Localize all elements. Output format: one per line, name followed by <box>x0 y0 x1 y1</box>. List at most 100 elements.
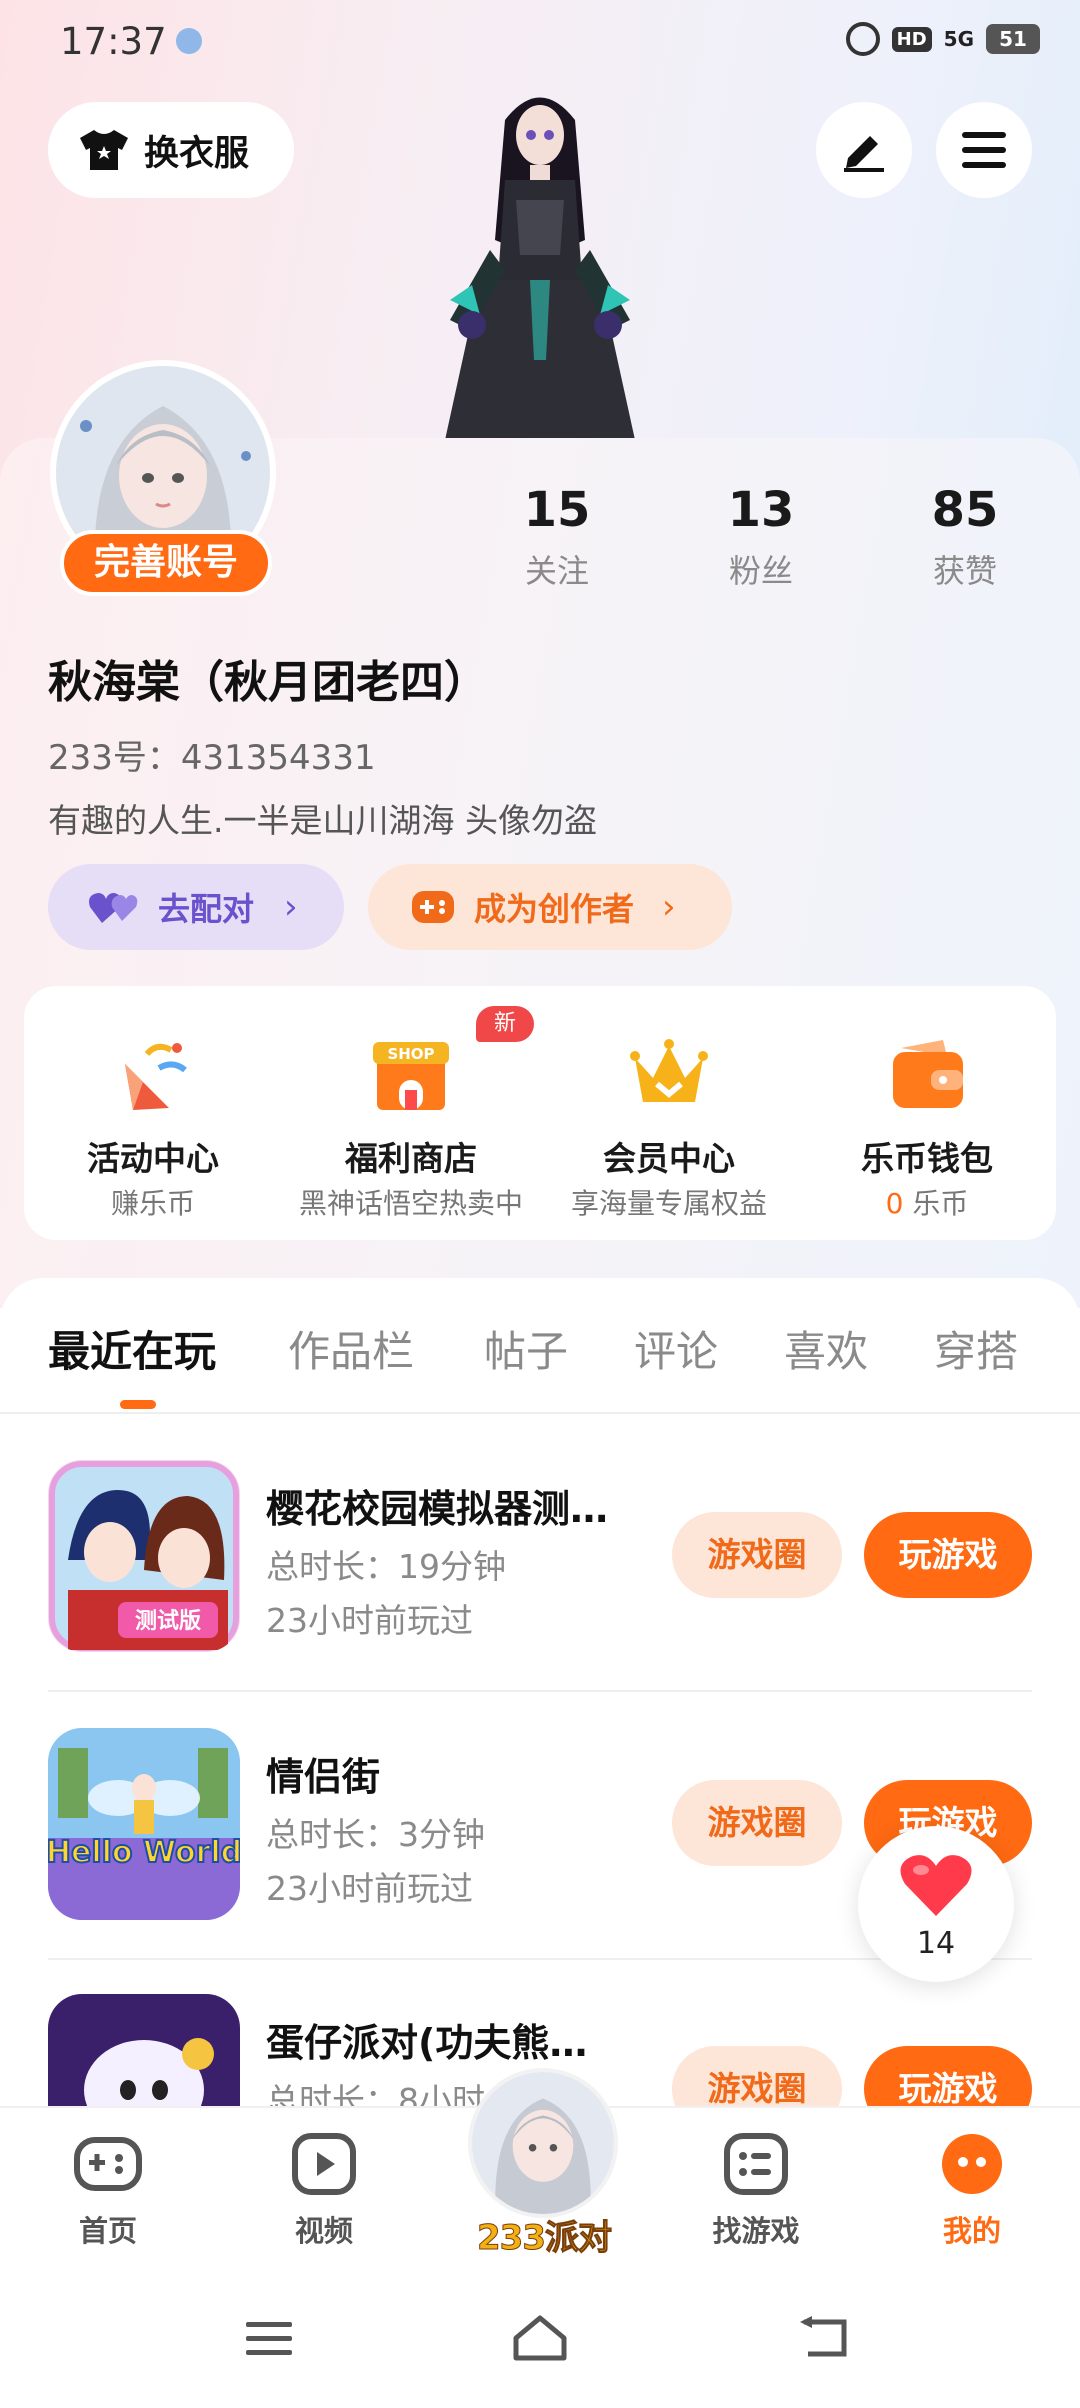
shop-icon: SHOP <box>373 1042 449 1110</box>
profile-face-icon <box>942 2134 1002 2194</box>
coin-unit: 乐币 <box>903 1187 969 1220</box>
username: 秋海棠（秋月团老四） <box>48 657 488 708</box>
game-thumbnail: Hello World <box>48 1728 240 1920</box>
stat-label: 粉丝 <box>728 552 793 590</box>
tab-works[interactable]: 作品栏 <box>288 1318 414 1379</box>
service-title: 福利商店 <box>345 1139 477 1178</box>
tab-likes[interactable]: 喜欢 <box>784 1318 868 1379</box>
content-panel: 最近在玩 作品栏 帖子 评论 喜欢 穿搭 测试版 樱花校园模拟器测… 总时长：1… <box>0 1278 1080 2186</box>
nav-label: 找游戏 <box>712 2214 800 2248</box>
new-badge: 新 <box>476 1006 534 1042</box>
status-bar: 17:37 HD 5G 51 <box>0 0 1080 80</box>
chevron-right-icon: › <box>662 887 676 927</box>
complete-account-badge[interactable]: 完善账号 <box>60 530 272 596</box>
bio: 有趣的人生.一半是山川湖海 头像勿盗 <box>48 801 597 840</box>
tab-posts[interactable]: 帖子 <box>484 1318 568 1379</box>
shop-icon-text: SHOP <box>387 1045 434 1063</box>
nav-video[interactable]: 视频 <box>254 2132 394 2250</box>
stat-following[interactable]: 15 关注 <box>482 482 632 592</box>
like-count: 14 <box>916 1926 956 1961</box>
row-divider <box>48 1690 1032 1692</box>
service-welfare-shop[interactable]: SHOP 新 福利商店 黑神话悟空热卖中 <box>282 986 540 1240</box>
service-subtitle: 赚乐币 <box>110 1187 195 1220</box>
change-outfit-button[interactable]: 换衣服 <box>48 102 294 198</box>
video-icon <box>292 2133 356 2195</box>
party-avatar-icon <box>468 2068 618 2218</box>
play-game-button[interactable]: 玩游戏 <box>864 1512 1032 1598</box>
game-duration: 总时长：3分钟 <box>266 1815 485 1854</box>
nav-label: 视频 <box>294 2214 353 2248</box>
service-title: 会员中心 <box>603 1139 735 1178</box>
list-icon <box>724 2133 788 2195</box>
alarm-icon <box>845 22 880 56</box>
service-subtitle: 黑神话悟空热卖中 <box>298 1187 523 1220</box>
game-circle-button[interactable]: 游戏圈 <box>672 1512 842 1598</box>
heart-icon <box>900 1855 972 1916</box>
tab-indicator <box>120 1400 156 1409</box>
battery-icon: 51 <box>986 24 1040 54</box>
game-title: 情侣街 <box>266 1755 381 1799</box>
wallet-icon <box>893 1040 963 1108</box>
edit-profile-button[interactable] <box>816 102 912 198</box>
tab-comments[interactable]: 评论 <box>634 1318 718 1379</box>
character-avatar[interactable] <box>410 80 670 440</box>
become-creator-label: 成为创作者 <box>474 890 635 928</box>
stat-value: 13 <box>727 482 795 538</box>
gamepad-icon <box>74 2137 142 2191</box>
tabs-divider <box>0 1412 1080 1414</box>
gamepad-plus-icon <box>412 891 454 923</box>
crown-icon <box>630 1039 708 1102</box>
nav-label: 首页 <box>78 2214 137 2248</box>
match-label: 去配对 <box>158 890 255 928</box>
game-title: 樱花校园模拟器测… <box>266 1487 609 1531</box>
status-icons: HD 5G 51 <box>845 22 1040 56</box>
service-subtitle: 0 乐币 <box>798 1182 1056 1222</box>
match-button[interactable]: 去配对 › <box>48 864 344 950</box>
nav-label: 233派对 <box>477 2218 613 2259</box>
service-coin-wallet[interactable]: 乐币钱包 0 乐币 <box>798 986 1056 1240</box>
nav-mine[interactable]: 我的 <box>902 2132 1042 2250</box>
nav-label: 我的 <box>942 2214 1001 2248</box>
nav-party[interactable]: 233派对 <box>464 2068 624 2268</box>
game-circle-button[interactable]: 游戏圈 <box>672 1780 842 1866</box>
stat-likes[interactable]: 85 获赞 <box>890 482 1040 592</box>
game-row[interactable]: 测试版 樱花校园模拟器测… 总时长：19分钟 23小时前玩过 游戏圈 玩游戏 <box>48 1460 1032 1670</box>
stat-label: 关注 <box>524 552 589 590</box>
nav-find-games[interactable]: 找游戏 <box>686 2132 826 2250</box>
network-icon: 5G <box>943 27 974 51</box>
stat-label: 获赞 <box>932 552 997 590</box>
hd-icon: HD <box>891 26 932 52</box>
stat-followers[interactable]: 13 粉丝 <box>686 482 836 592</box>
home-icon[interactable] <box>510 2312 570 2362</box>
party-popper-icon <box>125 1043 187 1110</box>
recent-apps-icon[interactable] <box>244 2318 294 2358</box>
shirt-icon <box>80 130 128 170</box>
game-last-played: 23小时前玩过 <box>266 1601 473 1640</box>
service-title: 活动中心 <box>87 1139 219 1178</box>
pen-icon <box>844 136 884 172</box>
profile-tabs: 最近在玩 作品栏 帖子 评论 喜欢 穿搭 <box>0 1318 1080 1398</box>
service-member-center[interactable]: 会员中心 享海量专属权益 <box>540 986 798 1240</box>
back-icon[interactable] <box>798 2314 850 2360</box>
nav-home[interactable]: 首页 <box>38 2132 178 2250</box>
status-time: 17:37 <box>60 20 167 63</box>
game-last-played: 23小时前玩过 <box>266 1869 473 1908</box>
hamburger-icon <box>962 132 1006 168</box>
menu-button[interactable] <box>936 102 1032 198</box>
coin-balance: 0 <box>885 1187 904 1220</box>
game-thumbnail: 测试版 <box>48 1460 240 1652</box>
tab-outfits[interactable]: 穿搭 <box>934 1318 1018 1379</box>
system-nav-bar <box>0 2276 1080 2408</box>
thumbnail-label: Hello World <box>48 1835 240 1870</box>
floating-like-button[interactable]: 14 <box>858 1826 1014 1982</box>
game-title: 蛋仔派对(功夫熊… <box>266 2021 588 2065</box>
become-creator-button[interactable]: 成为创作者 › <box>368 864 732 950</box>
tab-recently-played[interactable]: 最近在玩 <box>48 1318 216 1379</box>
app-notification-icon <box>176 28 202 54</box>
chevron-right-icon: › <box>284 887 298 927</box>
service-subtitle: 享海量专属权益 <box>570 1187 767 1220</box>
user-id[interactable]: 233号：431354331 <box>48 730 376 779</box>
stat-value: 85 <box>931 482 999 538</box>
service-activity-center[interactable]: 活动中心 赚乐币 <box>24 986 282 1240</box>
stat-value: 15 <box>523 482 591 538</box>
